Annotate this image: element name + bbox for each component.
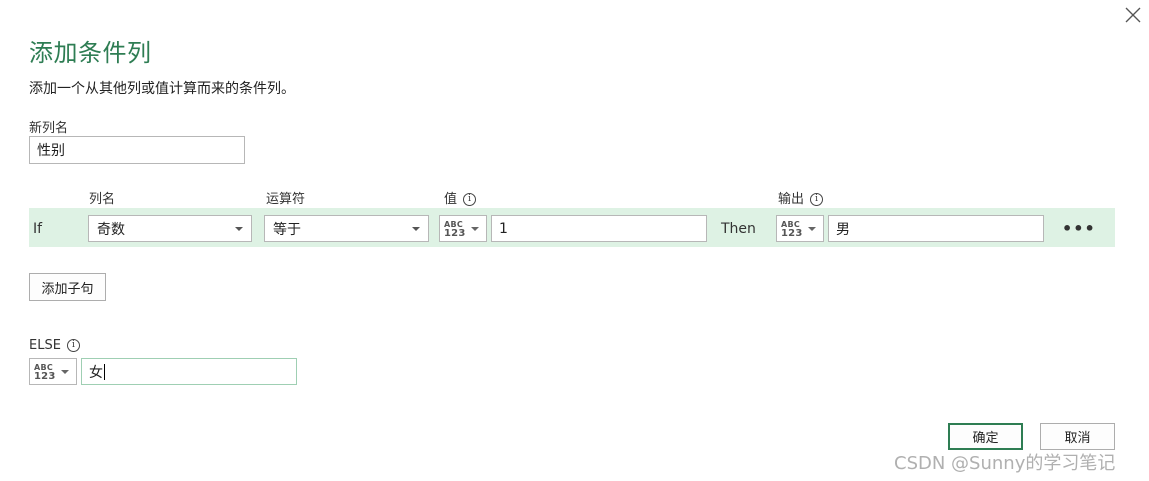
close-button[interactable] — [1122, 4, 1144, 26]
info-icon[interactable]: i — [810, 193, 824, 206]
dialog-description: 添加一个从其他列或值计算而来的条件列。 — [29, 81, 295, 97]
chevron-down-icon — [471, 226, 480, 231]
more-options-button[interactable]: ••• — [1062, 219, 1096, 238]
chevron-down-icon — [61, 369, 70, 374]
new-column-name-value: 性别 — [37, 143, 65, 159]
output-header-label: 输出 — [778, 192, 805, 207]
cancel-button[interactable]: 取消 — [1040, 423, 1115, 450]
ok-button[interactable]: 确定 — [948, 423, 1023, 450]
text-cursor — [104, 363, 105, 380]
output-type-selector[interactable]: ABC 123 — [776, 215, 824, 242]
if-label: If — [33, 221, 43, 237]
close-icon — [1125, 7, 1141, 23]
info-icon[interactable]: i — [463, 193, 477, 206]
value-input[interactable]: 1 — [491, 215, 707, 242]
dialog-title: 添加条件列 — [29, 39, 152, 67]
output-header: 输出 i — [778, 188, 824, 207]
value-header: 值i — [444, 188, 477, 207]
output-input[interactable]: 男 — [828, 215, 1044, 242]
column-name-header: 列名 — [89, 192, 116, 207]
column-name-selected: 奇数 — [97, 221, 125, 238]
operator-selected: 等于 — [273, 221, 301, 238]
else-label: ELSE — [29, 338, 61, 353]
abc-123-type-icon: ABC 123 — [444, 219, 466, 239]
info-icon[interactable]: i — [66, 339, 80, 352]
else-output-value: 女 — [89, 364, 103, 381]
operator-header: 运算符 — [266, 192, 306, 207]
chevron-down-icon — [235, 226, 243, 231]
chevron-down-icon — [412, 226, 420, 231]
then-label: Then — [721, 221, 756, 237]
output-input-value: 男 — [836, 221, 850, 238]
else-type-selector[interactable]: ABC 123 — [29, 358, 77, 385]
value-type-selector[interactable]: ABC 123 — [439, 215, 487, 242]
add-clause-button[interactable]: 添加子句 — [29, 273, 106, 301]
watermark: CSDN @Sunny的学习笔记 — [894, 453, 1116, 474]
value-input-value: 1 — [499, 220, 508, 237]
abc-123-type-icon: ABC 123 — [781, 219, 803, 239]
else-output-input[interactable]: 女 — [81, 358, 297, 385]
else-header: ELSE i — [29, 338, 80, 353]
abc-123-type-icon: ABC 123 — [34, 362, 56, 382]
new-column-label: 新列名 — [29, 121, 69, 136]
new-column-name-input[interactable]: 性别 — [29, 136, 245, 164]
value-header-label: 值 — [444, 192, 458, 207]
chevron-down-icon — [808, 226, 817, 231]
operator-dropdown[interactable]: 等于 — [264, 215, 429, 242]
column-name-dropdown[interactable]: 奇数 — [88, 215, 252, 242]
